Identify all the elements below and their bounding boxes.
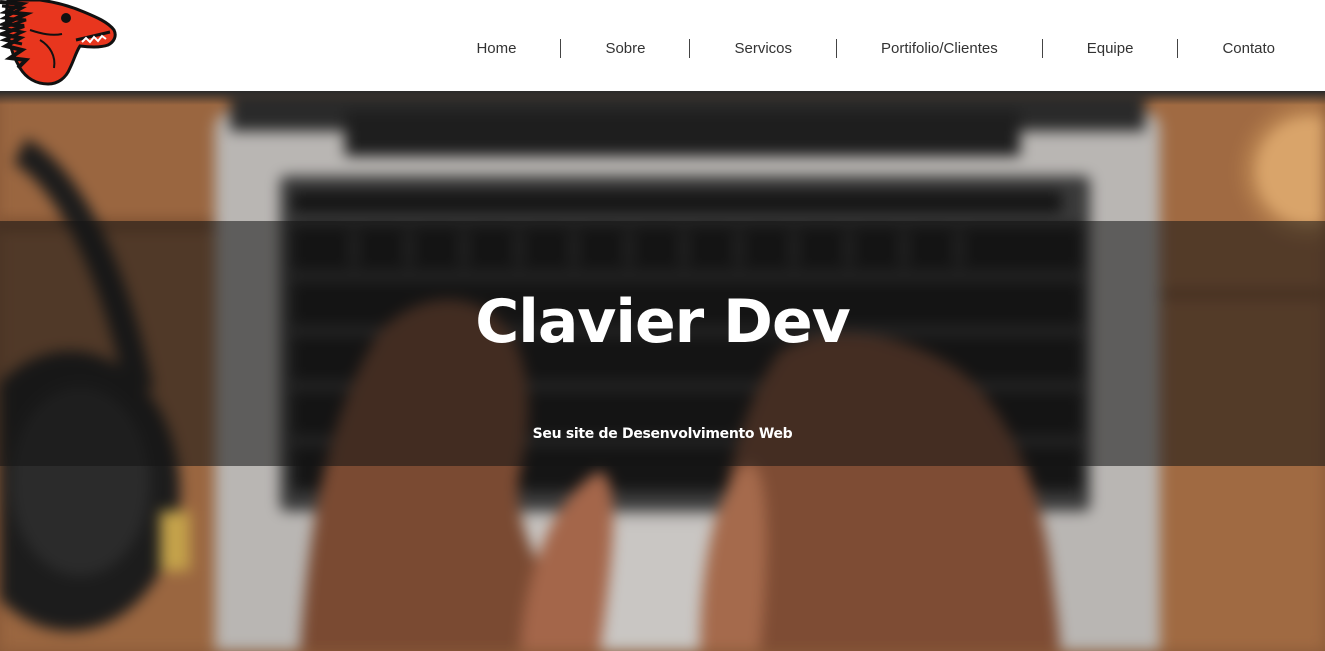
nav-item-contato: Contato	[1178, 38, 1293, 58]
hero-section: Clavier Dev Seu site de Desenvolvimento …	[0, 91, 1325, 651]
nav-link-contato[interactable]: Contato	[1178, 40, 1293, 57]
nav-item-portfolio: Portifolio/Clientes	[837, 38, 1042, 58]
nav-item-home: Home	[456, 38, 560, 58]
nav-link-sobre[interactable]: Sobre	[561, 40, 689, 57]
main-nav: Home Sobre Servicos Portifolio/Clientes …	[456, 0, 1293, 96]
nav-item-servicos: Servicos	[690, 38, 836, 58]
nav-item-sobre: Sobre	[561, 38, 689, 58]
nav-link-equipe[interactable]: Equipe	[1043, 40, 1178, 57]
hero-title: Clavier Dev	[475, 287, 851, 357]
nav-link-home[interactable]: Home	[456, 40, 560, 57]
nav-link-portfolio[interactable]: Portifolio/Clientes	[837, 40, 1042, 57]
site-header: Home Sobre Servicos Portifolio/Clientes …	[0, 0, 1325, 91]
hero-subtitle: Seu site de Desenvolvimento Web	[532, 426, 793, 442]
nav-link-servicos[interactable]: Servicos	[690, 40, 836, 57]
dinosaur-logo-icon[interactable]	[0, 0, 118, 86]
nav-item-equipe: Equipe	[1043, 38, 1178, 58]
